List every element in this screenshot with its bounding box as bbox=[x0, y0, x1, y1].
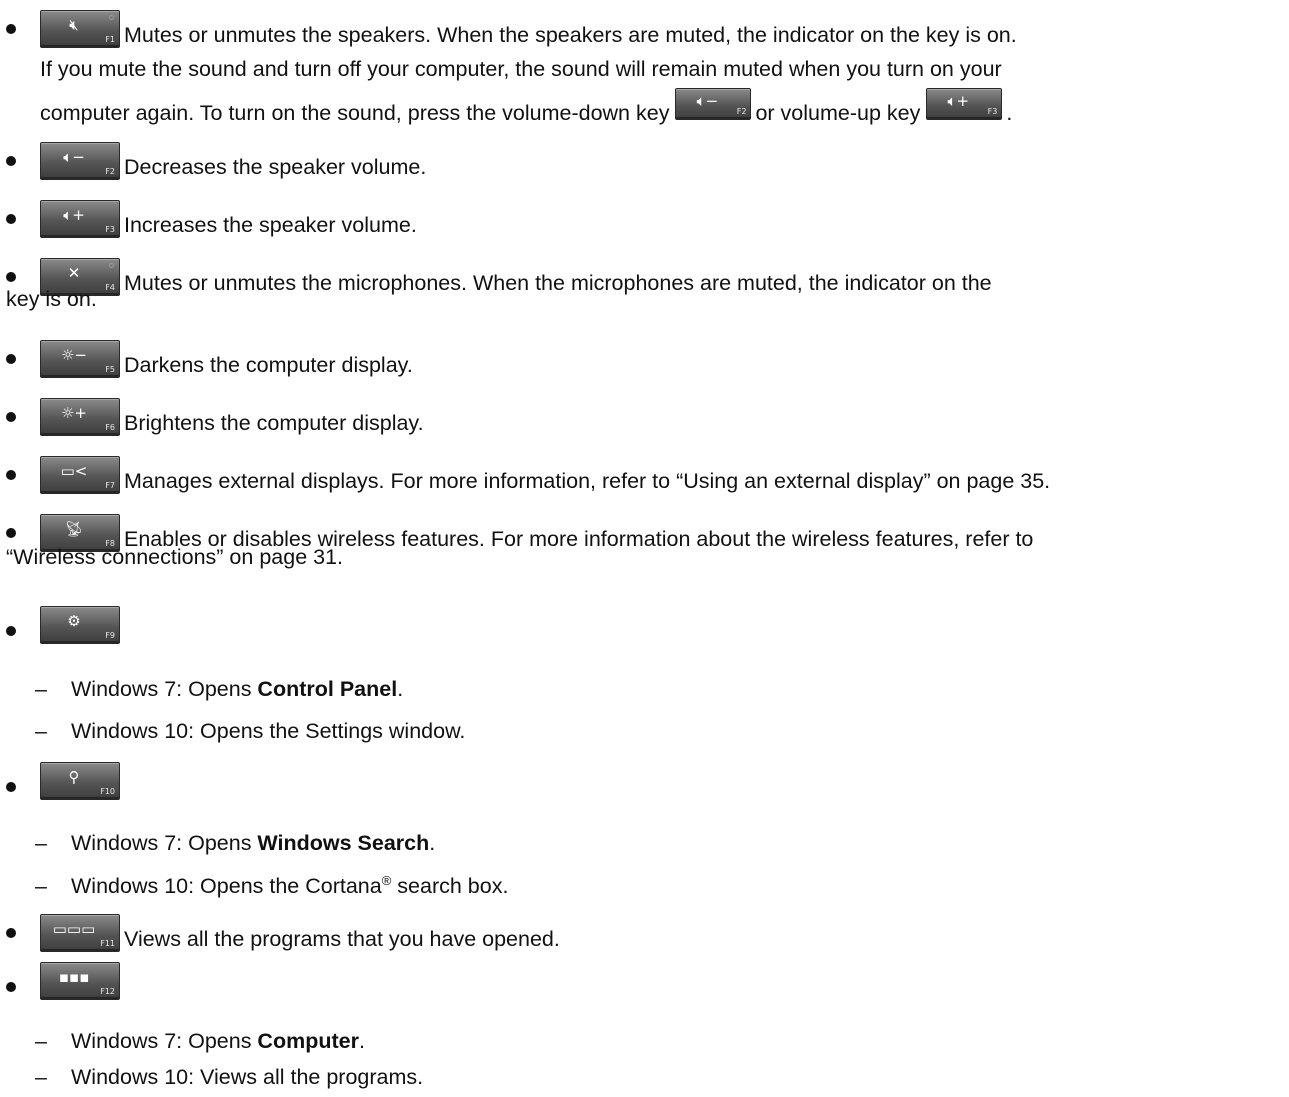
f10-subitem-win7: – Windows 7: Opens Windows Search. bbox=[35, 831, 436, 855]
volume-up-key: 🔈︎+ F3 bbox=[926, 88, 1003, 120]
search-icon: ⚲ bbox=[68, 768, 80, 786]
f9-subitem-win10: – Windows 10: Opens the Settings window. bbox=[35, 719, 466, 743]
microphone-mute-icon: ✕ bbox=[67, 264, 81, 282]
f9-subitem-win7: – Windows 7: Opens Control Panel. bbox=[35, 677, 404, 701]
f8-description-line2: “Wireless connections” on page 31. bbox=[6, 545, 344, 569]
f11-description: Views all the programs that you have ope… bbox=[124, 927, 560, 951]
f7-description: Manages external displays. For more info… bbox=[124, 469, 1051, 493]
f4-description: Mutes or unmutes the microphones. When t… bbox=[124, 271, 992, 295]
volume-up-icon: 🔈︎+ bbox=[63, 206, 85, 224]
bullet bbox=[6, 782, 16, 792]
f6-key: ☼+ F6 bbox=[40, 398, 120, 436]
f12-subitem-win7: – Windows 7: Opens Computer. bbox=[35, 1029, 365, 1053]
f2-key: 🔈︎− F2 bbox=[40, 142, 120, 180]
f1-key: 🔇︎ F1 bbox=[40, 10, 120, 48]
f1-note-line2: computer again. To turn on the sound, pr… bbox=[40, 88, 1012, 126]
f1-note-line1: If you mute the sound and turn off your … bbox=[40, 57, 1002, 81]
f12-subitem-win10: – Windows 10: Views all the programs. bbox=[35, 1065, 424, 1089]
f4-description-line2: key is on. bbox=[6, 287, 97, 311]
f3-key: 🔈︎+ F3 bbox=[40, 200, 120, 238]
indicator-light bbox=[109, 263, 114, 268]
f1-description: Mutes or unmutes the speakers. When the … bbox=[124, 23, 1017, 47]
f2-description: Decreases the speaker volume. bbox=[124, 155, 427, 179]
volume-down-key: 🔈︎− F2 bbox=[675, 88, 752, 120]
indicator-light bbox=[109, 15, 114, 20]
volume-down-icon: 🔈︎− bbox=[63, 148, 85, 166]
bullet bbox=[6, 982, 16, 992]
bullet bbox=[6, 412, 16, 422]
f9-key: ⚙ F9 bbox=[40, 606, 120, 644]
task-view-icon: ▭▭▭ bbox=[52, 920, 96, 938]
function-keys-list: 🔇︎ F1 Mutes or unmutes the speakers. Whe… bbox=[0, 0, 1289, 1097]
f10-subitem-win10: – Windows 10: Opens the Cortana® search b… bbox=[35, 873, 509, 899]
external-display-icon: ▭< bbox=[60, 462, 88, 480]
bullet bbox=[6, 272, 16, 282]
wireless-icon: 📡︎ bbox=[64, 520, 84, 538]
f5-key: ☼− F5 bbox=[40, 340, 120, 378]
bullet bbox=[6, 528, 16, 538]
volume-up-icon: 🔈︎+ bbox=[947, 92, 970, 110]
brightness-down-icon: ☼− bbox=[60, 346, 87, 364]
volume-down-icon: 🔈︎− bbox=[696, 92, 719, 110]
bullet bbox=[6, 928, 16, 938]
brightness-up-icon: ☼+ bbox=[60, 404, 87, 422]
bullet bbox=[6, 470, 16, 480]
f12-key: ▪▪▪ F12 bbox=[40, 962, 120, 1000]
f6-description: Brightens the computer display. bbox=[124, 411, 424, 435]
f3-description: Increases the speaker volume. bbox=[124, 213, 417, 237]
f7-key: ▭< F7 bbox=[40, 456, 120, 494]
f10-key: ⚲ F10 bbox=[40, 762, 120, 800]
f11-key: ▭▭▭ F11 bbox=[40, 914, 120, 952]
settings-gear-icon: ⚙ bbox=[67, 612, 81, 630]
f5-description: Darkens the computer display. bbox=[124, 353, 413, 377]
bullet bbox=[6, 214, 16, 224]
bullet bbox=[6, 24, 16, 34]
bullet bbox=[6, 156, 16, 166]
speaker-mute-icon: 🔇︎ bbox=[69, 16, 79, 34]
all-apps-grid-icon: ▪▪▪ bbox=[58, 968, 90, 986]
bullet bbox=[6, 354, 16, 364]
bullet bbox=[6, 626, 16, 636]
